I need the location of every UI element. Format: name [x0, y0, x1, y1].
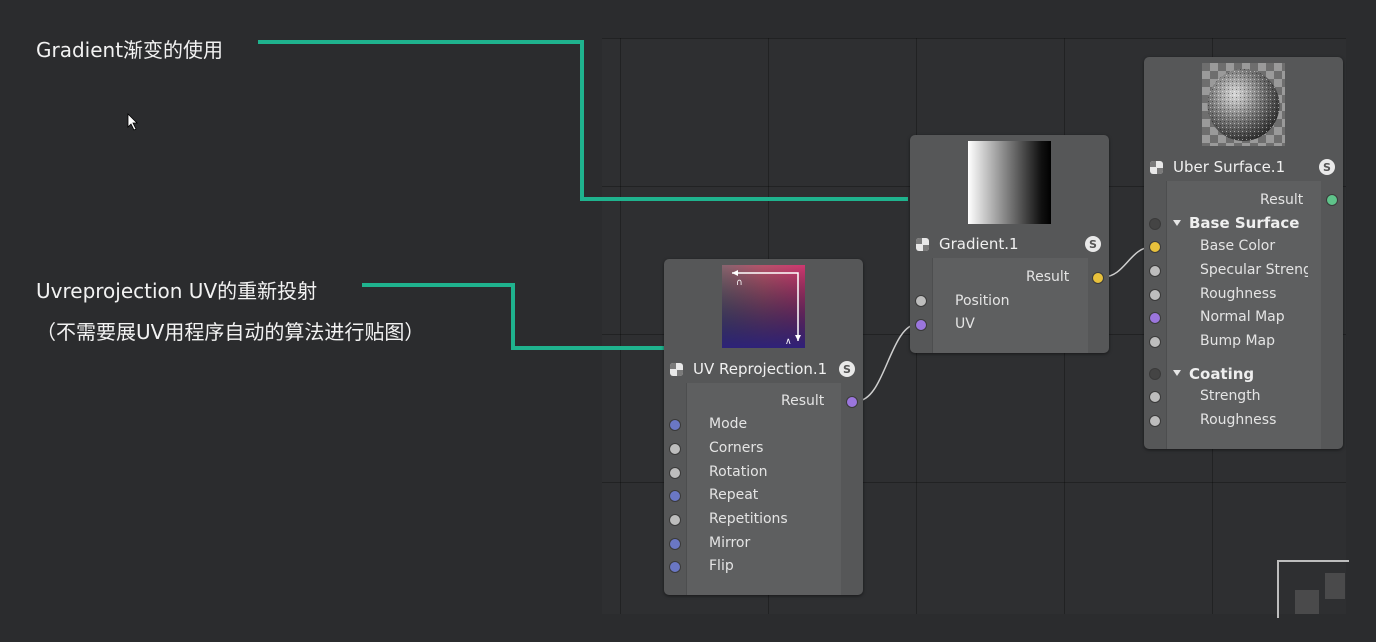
repetitions-port[interactable]: [669, 514, 681, 526]
uvreprojection-subnote: （不需要展UV用程序自动的算法进行贴图）: [36, 320, 425, 344]
gradient-header[interactable]: Gradient.1 S: [910, 232, 1109, 256]
uv-reprojection-preview: ∩ ∧: [722, 265, 805, 348]
bump-map-port[interactable]: [1149, 336, 1161, 348]
normal-map-label: Normal Map: [1200, 309, 1285, 325]
uber-surface-header[interactable]: Uber Surface.1 S: [1144, 155, 1343, 179]
gradient-preview: [968, 141, 1051, 224]
solo-icon[interactable]: S: [1319, 159, 1335, 175]
corners-label: Corners: [709, 440, 764, 456]
position-port[interactable]: [915, 295, 927, 307]
uber-surface-result-label: Result: [1260, 192, 1304, 208]
repeat-label: Repeat: [709, 487, 759, 503]
roughness-label: Roughness: [1200, 286, 1277, 302]
mode-port[interactable]: [669, 419, 681, 431]
coating-group-label[interactable]: Coating: [1189, 365, 1254, 383]
uv-reprojection-result-label: Result: [781, 393, 825, 409]
gradient-title: Gradient.1: [939, 235, 1019, 253]
solo-icon[interactable]: S: [839, 361, 855, 377]
node-icon: [670, 362, 683, 376]
bump-map-label: Bump Map: [1200, 333, 1275, 349]
minimap-block: [1295, 590, 1319, 614]
uber-surface-preview: [1202, 63, 1285, 146]
gradient-annotation: Gradient渐变的使用: [36, 38, 224, 62]
repeat-port[interactable]: [669, 490, 681, 502]
roughness-port[interactable]: [1149, 289, 1161, 301]
uv-reprojection-header[interactable]: UV Reprojection.1 S: [664, 357, 863, 381]
coating-strength-label: Strength: [1200, 388, 1261, 404]
collapse-triangle-icon[interactable]: [1173, 370, 1181, 376]
repetitions-label: Repetitions: [709, 511, 788, 527]
uv-port[interactable]: [915, 319, 927, 331]
wire-uvreprojection-to-gradient-uv: [856, 323, 919, 402]
annotation-connector-gradient: [258, 40, 908, 201]
coating-roughness-label: Roughness: [1200, 412, 1277, 428]
normal-map-port[interactable]: [1149, 312, 1161, 324]
specular-strength-port[interactable]: [1149, 265, 1161, 277]
mirror-label: Mirror: [709, 535, 751, 551]
gradient-result-port[interactable]: [1092, 272, 1104, 284]
mode-label: Mode: [709, 416, 748, 432]
cursor-icon: [127, 113, 138, 131]
flip-label: Flip: [709, 558, 734, 574]
position-label: Position: [955, 293, 1010, 309]
gradient-node[interactable]: Gradient.1 S Result Position UV: [910, 135, 1109, 353]
uber-surface-title: Uber Surface.1: [1173, 158, 1286, 176]
coating-roughness-port[interactable]: [1149, 415, 1161, 427]
uber-surface-node[interactable]: Uber Surface.1 S Result Base Surface Bas…: [1144, 57, 1343, 449]
rotation-port[interactable]: [669, 467, 681, 479]
coating-group-port: [1149, 368, 1161, 380]
uv-preview-arrow-bottom: ∧: [785, 337, 792, 347]
flip-port[interactable]: [669, 561, 681, 573]
collapse-triangle-icon[interactable]: [1173, 220, 1181, 226]
uv-reprojection-title: UV Reprojection.1: [693, 360, 828, 378]
specular-strength-label: Specular Strength: [1200, 262, 1308, 278]
corners-port[interactable]: [669, 443, 681, 455]
node-icon: [1150, 160, 1163, 174]
gradient-result-label: Result: [1026, 269, 1070, 285]
base-surface-group-port: [1149, 218, 1161, 230]
uvreprojection-annotation: Uvreprojection UV的重新投射: [36, 279, 318, 303]
base-color-port[interactable]: [1149, 241, 1161, 253]
uv-preview-arrow-top: ∩: [736, 278, 743, 288]
coating-strength-port[interactable]: [1149, 391, 1161, 403]
node-icon: [916, 237, 929, 251]
uv-reprojection-node[interactable]: ∩ ∧ UV Reprojection.1 S Result Mode Corn…: [664, 259, 863, 595]
minimap-block: [1325, 573, 1345, 599]
uv-label: UV: [955, 316, 975, 332]
base-color-label: Base Color: [1200, 238, 1276, 254]
rotation-label: Rotation: [709, 464, 768, 480]
uber-surface-result-port[interactable]: [1326, 194, 1338, 206]
uv-reprojection-result-port[interactable]: [846, 396, 858, 408]
solo-icon[interactable]: S: [1085, 236, 1101, 252]
mirror-port[interactable]: [669, 538, 681, 550]
base-surface-group-label[interactable]: Base Surface: [1189, 214, 1299, 232]
